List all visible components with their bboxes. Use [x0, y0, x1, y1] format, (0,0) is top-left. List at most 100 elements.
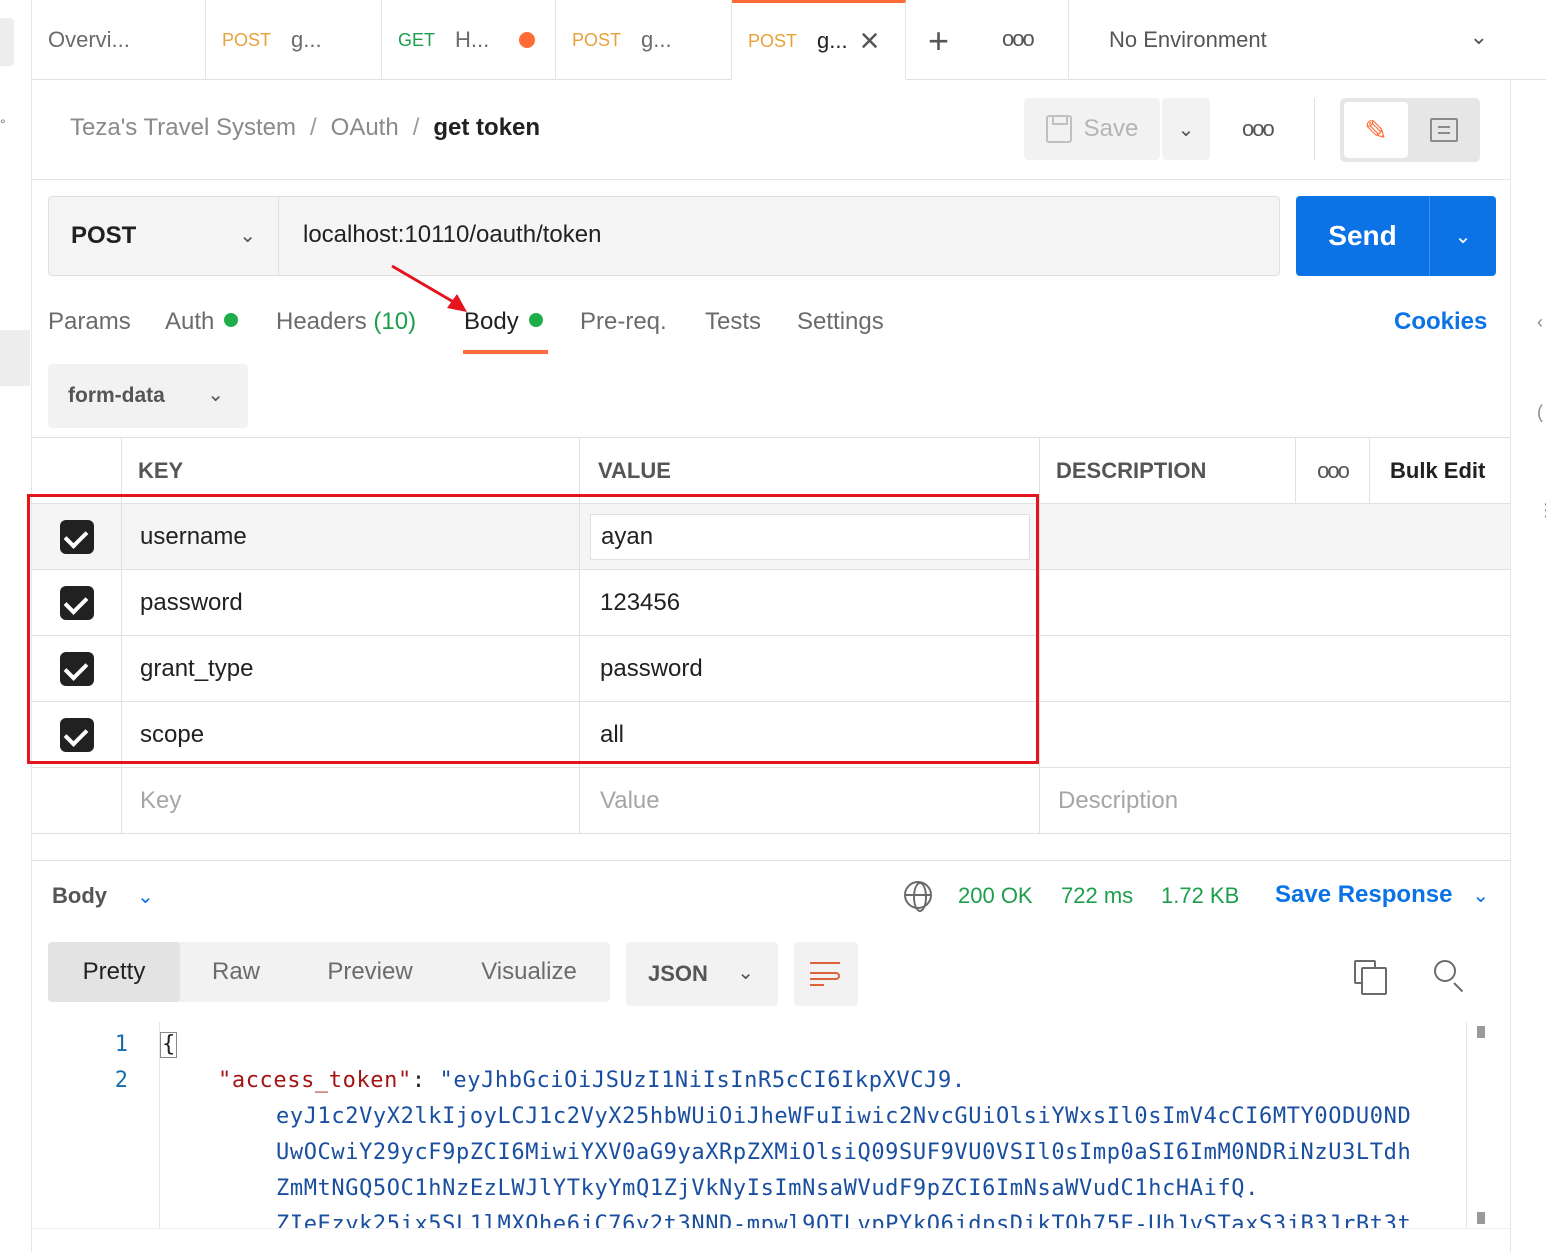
url-input[interactable]: localhost:10110/oauth/token	[303, 221, 601, 249]
chevron-down-icon: ⌄	[1469, 24, 1488, 49]
comment-icon	[1430, 118, 1458, 142]
tab-request[interactable]: GET H...	[382, 0, 556, 80]
globe-icon[interactable]	[904, 881, 932, 912]
tab-label: g...	[291, 27, 322, 52]
request-header: Teza's Travel System / OAuth / get token Sav…	[32, 80, 1510, 180]
chevron-down-icon: ⌄	[1472, 885, 1490, 907]
tab-method: POST	[748, 30, 798, 51]
row-description[interactable]	[1040, 570, 1510, 636]
active-indicator-icon	[528, 313, 543, 327]
table-options-icon[interactable]: ooo	[1296, 438, 1370, 504]
tab-params[interactable]: Params	[48, 308, 131, 336]
close-icon[interactable]: ×	[860, 22, 880, 61]
breadcrumb: Teza's Travel System / OAuth / get token	[70, 114, 540, 142]
code-line: UwOCwiY29ycF9pZCI6MiwiYXV0aG9yaXRpZXMiOl…	[276, 1140, 1412, 1165]
response-status[interactable]: 200 OK	[958, 883, 1033, 909]
response-view-segmented: Pretty Raw Preview Visualize	[48, 942, 610, 1002]
response-header: Body ⌄ 200 OK 722 ms 1.72 KB Save Respons…	[32, 860, 1510, 930]
send-button[interactable]: Send	[1296, 196, 1430, 276]
annotation-highlight-box	[27, 494, 1039, 764]
divider	[1314, 98, 1315, 160]
chevron-down-icon: ⌄	[137, 886, 154, 908]
code-line: eyJ1c2VyX2lkIjoyLCJ1c2VyX25hbWUiOiJheWFu…	[276, 1104, 1412, 1129]
active-tab-underline	[463, 350, 548, 354]
search-icon[interactable]	[1434, 960, 1456, 982]
breadcrumb-collection[interactable]: Teza's Travel System	[70, 114, 296, 141]
save-response-button[interactable]: Save Response ⌄	[1275, 881, 1489, 909]
scrollbar-thumb[interactable]	[1477, 1026, 1485, 1038]
sidebar-edge-item[interactable]	[0, 18, 14, 66]
more-actions-icon[interactable]: ooo	[1242, 116, 1275, 142]
right-edge-icon[interactable]: ‹	[1537, 312, 1543, 333]
code-scrollbar[interactable]	[1466, 1022, 1485, 1228]
wrap-lines-button[interactable]	[794, 942, 858, 1006]
method-select[interactable]: POST ⌄	[49, 197, 279, 275]
tab-request[interactable]: POST g...	[556, 0, 732, 80]
view-pretty[interactable]: Pretty	[48, 942, 180, 1002]
code-line: "access_token": "eyJhbGciOiJSUzI1NiIsInR…	[218, 1068, 966, 1093]
tab-auth[interactable]: Auth	[165, 308, 239, 336]
breadcrumb-request-name[interactable]: get token	[433, 114, 540, 141]
tab-settings[interactable]: Settings	[797, 308, 884, 336]
send-options-dropdown[interactable]: ⌄	[1430, 196, 1496, 276]
new-value-input[interactable]: Value	[580, 768, 1040, 834]
bulk-edit-button[interactable]: Bulk Edit	[1370, 438, 1510, 504]
tab-label: Tests	[705, 308, 762, 335]
send-button-group: Send ⌄	[1296, 196, 1496, 276]
right-edge-icon[interactable]: (	[1537, 402, 1543, 423]
new-key-input[interactable]: Key	[122, 768, 580, 834]
save-options-dropdown[interactable]: ⌄	[1162, 98, 1210, 160]
response-size[interactable]: 1.72 KB	[1161, 883, 1239, 909]
url-bar: POST ⌄ localhost:10110/oauth/token	[48, 196, 1280, 276]
comments-toggle[interactable]	[1412, 102, 1476, 158]
cookies-link[interactable]: Cookies	[1394, 308, 1487, 336]
new-description-input[interactable]: Description	[1040, 768, 1510, 834]
unsaved-dot-icon	[519, 32, 536, 48]
response-time[interactable]: 722 ms	[1061, 883, 1133, 909]
json-key: "access_token"	[218, 1068, 412, 1093]
row-description[interactable]	[1040, 636, 1510, 702]
copy-icon[interactable]	[1354, 960, 1387, 995]
response-format-select[interactable]: JSON ⌄	[626, 942, 778, 1006]
row-description[interactable]	[1040, 504, 1510, 570]
body-type-select[interactable]: form-data ⌄	[48, 364, 248, 428]
environment-label: No Environment	[1109, 27, 1267, 52]
json-colon: :	[411, 1068, 440, 1093]
breadcrumb-folder[interactable]: OAuth	[331, 114, 399, 141]
tab-overview[interactable]: Overvi...	[32, 0, 206, 80]
edit-pencil-icon[interactable]: ✎	[1344, 102, 1408, 158]
bottom-edge	[32, 1228, 1510, 1252]
tab-tests[interactable]: Tests	[705, 308, 761, 336]
chevron-down-icon: ⌄	[1454, 225, 1472, 248]
tab-request-active[interactable]: POST g... ×	[732, 0, 906, 80]
save-label: Save	[1083, 115, 1139, 142]
view-preview[interactable]: Preview	[292, 942, 448, 1002]
tab-method: POST	[222, 29, 272, 50]
chevron-down-icon: ⌄	[207, 384, 224, 406]
method-label: POST	[71, 222, 137, 249]
tab-request[interactable]: POST g...	[206, 0, 382, 80]
response-section-select[interactable]: Body ⌄	[52, 883, 154, 909]
tab-label: Params	[48, 308, 131, 335]
json-open-brace: {	[160, 1032, 178, 1058]
format-label: JSON	[648, 961, 708, 986]
response-code-viewer[interactable]: 1 2 { "access_token": "eyJhbGciOiJSUzI1N…	[48, 1022, 1488, 1228]
save-button[interactable]: Save	[1024, 98, 1160, 160]
view-raw[interactable]: Raw	[180, 942, 292, 1002]
annotation-arrow	[391, 264, 467, 312]
view-visualize[interactable]: Visualize	[448, 942, 610, 1002]
row-description[interactable]	[1040, 702, 1510, 768]
tab-prereq[interactable]: Pre-req.	[580, 308, 667, 336]
environment-select[interactable]: No Environment ⌄	[1068, 0, 1546, 80]
sidebar-edge-item-selected[interactable]	[0, 330, 30, 386]
scrollbar-thumb[interactable]	[1477, 1212, 1485, 1224]
breadcrumb-separator: /	[309, 114, 317, 141]
new-tab-plus-icon[interactable]: +	[928, 20, 949, 62]
wrap-icon	[810, 984, 824, 986]
active-indicator-icon	[224, 313, 239, 327]
more-tabs-icon[interactable]: ooo	[1002, 26, 1035, 52]
tab-bar: Overvi... POST g... GET H... POST g... P…	[32, 0, 1546, 80]
code-line: ZmMtNGQ5OC1hNzEzLWJlYTkyYmQ1ZjVkNyIsImNs…	[276, 1176, 1260, 1201]
line-number: 1	[114, 1032, 128, 1057]
right-edge-icon[interactable]: ⋮	[1537, 500, 1546, 521]
